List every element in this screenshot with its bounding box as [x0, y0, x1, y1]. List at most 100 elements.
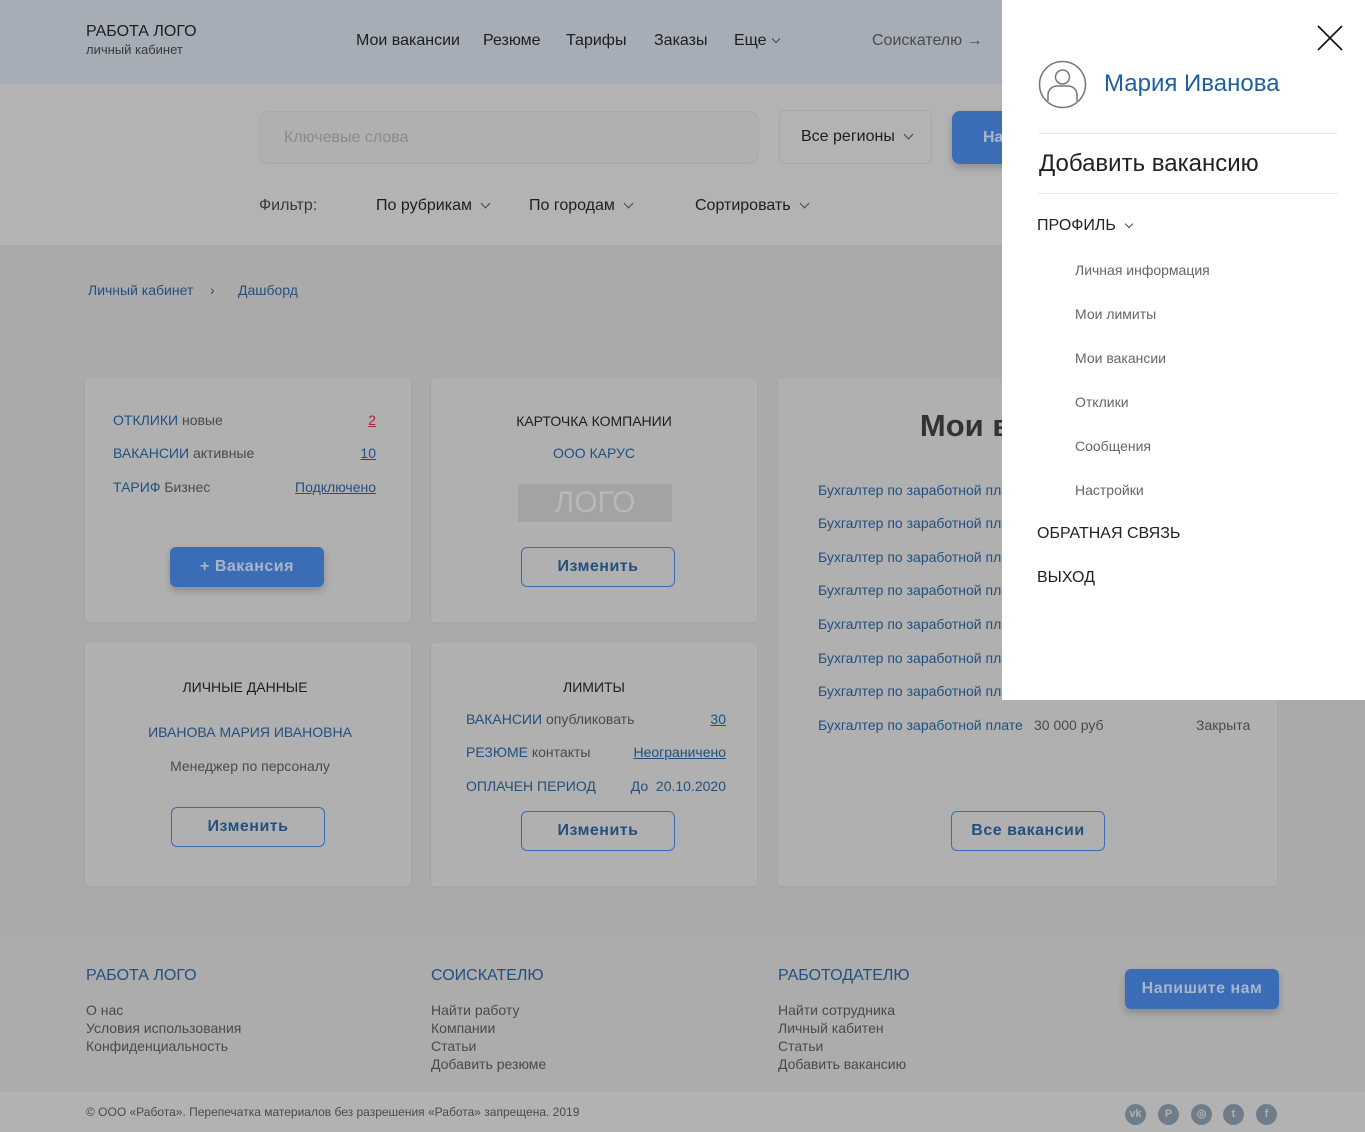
- footer-link[interactable]: О нас: [86, 1001, 241, 1019]
- nav-my-vacancies[interactable]: Мои вакансии: [356, 32, 460, 50]
- filter-rubrics-label: По рубрикам: [376, 197, 472, 214]
- footer-link[interactable]: Найти работу: [431, 1001, 546, 1019]
- filter-cities-label: По городам: [529, 197, 615, 214]
- all-vacancies-button[interactable]: Все вакансии: [951, 811, 1105, 851]
- footer-link[interactable]: Статьи: [778, 1037, 906, 1055]
- drawer-settings[interactable]: Настройки: [1075, 482, 1144, 498]
- footer-links: О нас Условия использования Конфиденциал…: [86, 1001, 241, 1055]
- region-select[interactable]: Все регионы: [779, 110, 932, 164]
- chevron-down-icon: [903, 129, 914, 140]
- vacancy-row[interactable]: Бухгалтер по заработной плате: [818, 549, 1023, 565]
- footer-link[interactable]: Найти сотрудника: [778, 1001, 906, 1019]
- vacancy-row[interactable]: Бухгалтер по заработной плате: [818, 616, 1023, 632]
- limits-card-title: ЛИМИТЫ: [563, 679, 625, 695]
- chevron-down-icon: [623, 198, 634, 209]
- vacancy-row[interactable]: Бухгалтер по заработной плате: [818, 683, 1023, 699]
- nav-orders[interactable]: Заказы: [654, 32, 707, 50]
- nav-resume[interactable]: Резюме: [483, 32, 541, 50]
- divider: [1038, 193, 1338, 194]
- twitter-icon[interactable]: t: [1223, 1104, 1244, 1125]
- sort-dropdown[interactable]: Сортировать: [695, 197, 810, 215]
- region-value: Все регионы: [801, 128, 895, 145]
- edit-limits-button[interactable]: Изменить: [521, 811, 675, 851]
- breadcrumb-dashboard[interactable]: Дашборд: [238, 282, 298, 298]
- vk-icon[interactable]: vk: [1125, 1104, 1146, 1125]
- footer-link[interactable]: Статьи: [431, 1037, 546, 1055]
- copyright: © ООО «Работа». Перепечатка материалов б…: [86, 1105, 580, 1119]
- stats-row-vacancies: ВАКАНСИИ активные: [113, 445, 255, 461]
- chevron-down-icon: [1124, 219, 1134, 229]
- company-name[interactable]: ООО КАРУС: [431, 445, 757, 461]
- close-icon[interactable]: [1316, 24, 1344, 52]
- drawer-feedback[interactable]: ОБРАТНАЯ СВЯЗЬ: [1037, 525, 1180, 543]
- resume-limit[interactable]: Неограничено: [633, 744, 726, 760]
- vacancy-row[interactable]: Бухгалтер по заработной плате: [818, 717, 1023, 733]
- limits-row-resume: РЕЗЮМЕ контакты: [466, 744, 591, 760]
- limits-row-period: ОПЛАЧЕН ПЕРИОД: [466, 778, 596, 794]
- limits-row-vacancies: ВАКАНСИИ опубликовать: [466, 711, 635, 727]
- footer-link[interactable]: Конфиденциальность: [86, 1037, 241, 1055]
- nav-more-label: Еще: [734, 32, 767, 49]
- person-role: Менеджер по персоналу: [170, 758, 330, 774]
- filter-label: Фильтр:: [259, 197, 318, 214]
- pinterest-icon[interactable]: P: [1158, 1104, 1179, 1125]
- vacancies-limit[interactable]: 30: [710, 711, 726, 727]
- footer-links: Найти сотрудника Личный кабитен Статьи Д…: [778, 1001, 906, 1073]
- stats-row-responses: ОТКЛИКИ новые: [113, 412, 223, 428]
- chevron-down-icon: [799, 198, 810, 209]
- responses-count[interactable]: 2: [368, 412, 376, 428]
- chevron-down-icon: [480, 198, 491, 209]
- tariff-status[interactable]: Подключено: [295, 479, 376, 495]
- user-name[interactable]: Мария Иванова: [1104, 70, 1280, 98]
- stats-row-tariff: ТАРИФ Бизнес: [113, 479, 211, 495]
- person-name[interactable]: ИВАНОВА МАРИЯ ИВАНОВНА: [85, 724, 415, 740]
- footer-link[interactable]: Добавить вакансию: [778, 1055, 906, 1073]
- vacancy-row[interactable]: Бухгалтер по заработной плате: [818, 515, 1023, 531]
- breadcrumb-separator-icon: ›: [210, 282, 215, 298]
- drawer-add-vacancy[interactable]: Добавить вакансию: [1039, 150, 1259, 178]
- active-vacancies-count[interactable]: 10: [360, 445, 376, 461]
- drawer-logout[interactable]: ВЫХОД: [1037, 569, 1095, 587]
- drawer-profile-toggle[interactable]: ПРОФИЛЬ: [1037, 217, 1134, 235]
- drawer-messages[interactable]: Сообщения: [1075, 438, 1151, 454]
- seeker-link[interactable]: Соискателю →: [872, 32, 983, 50]
- logo-title[interactable]: РАБОТА ЛОГО: [86, 23, 197, 41]
- drawer-my-vacancies[interactable]: Мои вакансии: [1075, 350, 1166, 366]
- facebook-icon[interactable]: f: [1256, 1104, 1277, 1125]
- sort-label: Сортировать: [695, 197, 791, 214]
- avatar-icon: [1038, 60, 1087, 109]
- company-logo: ЛОГО: [518, 484, 672, 522]
- footer-col-title: СОИСКАТЕЛЮ: [431, 967, 544, 984]
- keywords-input[interactable]: Ключевые слова: [259, 111, 759, 164]
- profile-label: ПРОФИЛЬ: [1037, 217, 1116, 234]
- footer-link[interactable]: Личный кабитен: [778, 1019, 906, 1037]
- edit-personal-button[interactable]: Изменить: [171, 807, 325, 847]
- logo-subtitle: личный кабинет: [86, 42, 183, 57]
- filter-cities[interactable]: По городам: [529, 197, 634, 215]
- breadcrumb-cabinet[interactable]: Личный кабинет: [88, 282, 193, 298]
- vacancy-row[interactable]: Бухгалтер по заработной плате: [818, 650, 1023, 666]
- nav-more[interactable]: Еще: [734, 32, 780, 50]
- drawer-my-limits[interactable]: Мои лимиты: [1075, 306, 1156, 322]
- vacancy-row[interactable]: Бухгалтер по заработной плате: [818, 482, 1023, 498]
- instagram-icon[interactable]: ◎: [1191, 1104, 1212, 1125]
- edit-company-button[interactable]: Изменить: [521, 547, 675, 587]
- divider: [1038, 133, 1338, 134]
- nav-tariffs[interactable]: Тарифы: [566, 32, 626, 50]
- vacancy-status: Закрыта: [1196, 717, 1251, 733]
- filter-rubrics[interactable]: По рубрикам: [376, 197, 491, 215]
- vacancy-row[interactable]: Бухгалтер по заработной плате: [818, 582, 1023, 598]
- personal-card-title: ЛИЧНЫЕ ДАННЫЕ: [182, 679, 308, 695]
- footer-col-title: РАБОТОДАТЕЛЮ: [778, 967, 910, 984]
- footer-link[interactable]: Условия использования: [86, 1019, 241, 1037]
- contact-us-button[interactable]: Напишите нам: [1125, 969, 1279, 1009]
- drawer-responses[interactable]: Отклики: [1075, 394, 1129, 410]
- footer-link[interactable]: Компании: [431, 1019, 546, 1037]
- drawer-personal-info[interactable]: Личная информация: [1075, 262, 1210, 278]
- footer-links: Найти работу Компании Статьи Добавить ре…: [431, 1001, 546, 1073]
- company-card-title: КАРТОЧКА КОМПАНИИ: [516, 413, 672, 429]
- add-vacancy-button[interactable]: + Вакансия: [170, 547, 324, 587]
- footer-link[interactable]: Добавить резюме: [431, 1055, 546, 1073]
- footer-col-title: РАБОТА ЛОГО: [86, 967, 197, 984]
- paid-period: До 20.10.2020: [630, 778, 726, 794]
